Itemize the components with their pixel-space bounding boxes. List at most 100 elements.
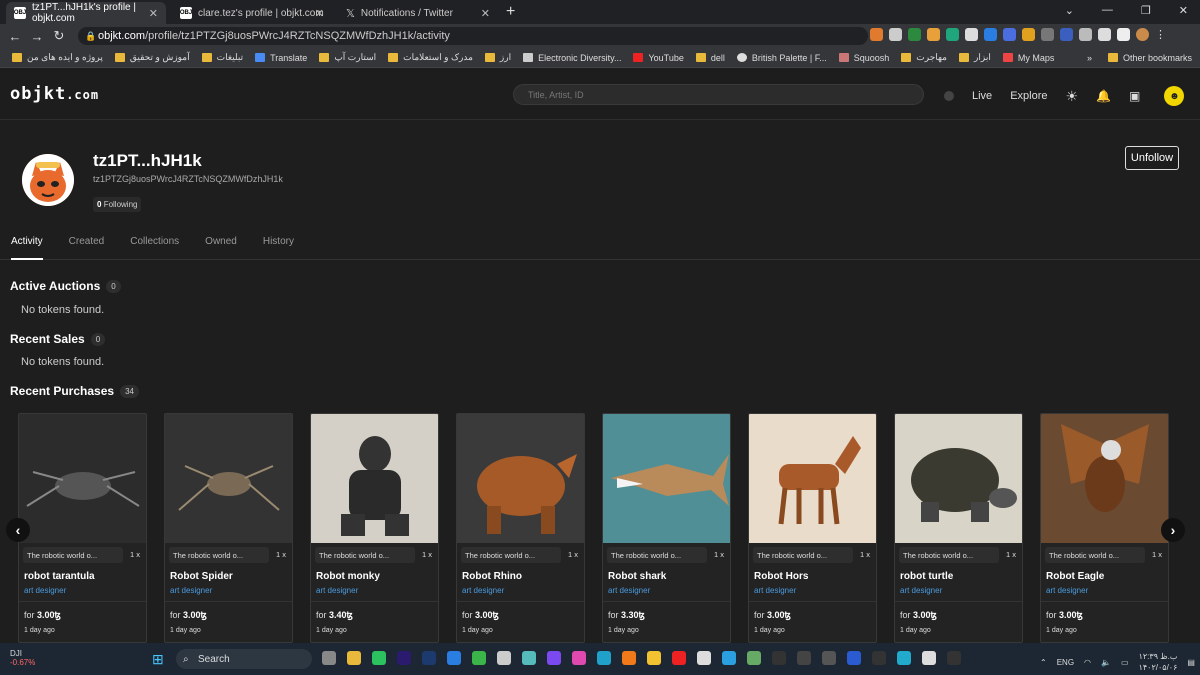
close-tab-icon[interactable]: ✕ [149, 7, 158, 20]
bookmark-link[interactable]: Electronic Diversity... [523, 53, 621, 63]
bell-icon[interactable]: 🔔 [1096, 89, 1111, 103]
extension-icon[interactable] [1022, 28, 1035, 41]
collection-badge[interactable]: The robotic world o... [23, 547, 123, 563]
notification-icon[interactable]: ▤ [1187, 658, 1195, 667]
whatsapp-icon[interactable] [697, 651, 711, 665]
bookmark-link[interactable]: YouTube [633, 53, 684, 63]
extension-icon[interactable] [1079, 28, 1092, 41]
extension-icon[interactable] [965, 28, 978, 41]
nft-card[interactable]: The robotic world o... 1 x Robot Eagle art … [1040, 413, 1169, 643]
app-icon[interactable] [497, 651, 511, 665]
bookmark-folder[interactable]: مهاجرت [901, 52, 947, 63]
wallet-icon[interactable]: ▣ [1129, 89, 1140, 103]
tab-collections[interactable]: Collections [117, 236, 192, 260]
extension-icon[interactable] [1003, 28, 1016, 41]
menu-icon[interactable]: ⋮ [1155, 28, 1166, 41]
extension-icon[interactable] [1060, 28, 1073, 41]
nft-card[interactable]: The robotic world o... 1 x robot tarantula… [18, 413, 147, 643]
app-icon[interactable] [897, 651, 911, 665]
app-icon[interactable] [572, 651, 586, 665]
tab-owned[interactable]: Owned [192, 236, 250, 260]
artist-link[interactable]: art designer [1046, 586, 1088, 595]
extension-icon[interactable] [889, 28, 902, 41]
premiere-icon[interactable] [397, 651, 411, 665]
close-window-icon[interactable]: ✕ [1179, 4, 1188, 17]
sidebar-icon[interactable] [1117, 28, 1130, 41]
vscode-icon[interactable] [447, 651, 461, 665]
artist-link[interactable]: art designer [900, 586, 942, 595]
other-bookmarks[interactable]: » Other bookmarks [1087, 53, 1192, 63]
bookmark-folder[interactable]: ارز [484, 52, 511, 63]
objkt-logo[interactable]: objkt.com [10, 84, 99, 104]
profile-avatar[interactable] [1136, 28, 1149, 41]
extension-icon[interactable] [946, 28, 959, 41]
artist-link[interactable]: art designer [462, 586, 504, 595]
nft-title[interactable]: Robot monky [316, 571, 380, 582]
artist-link[interactable]: art designer [754, 586, 796, 595]
browser-tab[interactable]: OBJ clare.tez's profile | objkt.com ✕ [172, 2, 332, 24]
collection-badge[interactable]: The robotic world o... [461, 547, 561, 563]
app-icon[interactable] [372, 651, 386, 665]
nft-image[interactable] [165, 414, 292, 543]
app-icon[interactable] [922, 651, 936, 665]
nft-image[interactable] [19, 414, 146, 543]
artist-link[interactable]: art designer [24, 586, 66, 595]
bookmark-folder[interactable]: تبلیغات [201, 52, 243, 63]
collection-badge[interactable]: The robotic world o... [1045, 547, 1145, 563]
opera-icon[interactable] [672, 651, 686, 665]
nft-title[interactable]: Robot Eagle [1046, 571, 1104, 582]
bookmark-folder[interactable]: آموزش و تحقیق [114, 52, 190, 63]
battery-icon[interactable]: ▭ [1121, 658, 1129, 667]
nft-image[interactable] [749, 414, 876, 543]
nft-title[interactable]: robot tarantula [24, 571, 95, 582]
app-icon[interactable] [747, 651, 761, 665]
search-input[interactable]: Title, Artist, ID [513, 84, 924, 105]
bookmark-link[interactable]: Squoosh [838, 53, 889, 63]
new-tab-button[interactable]: + [506, 3, 515, 21]
user-avatar[interactable]: ☻ [1164, 86, 1185, 106]
bookmark-folder[interactable]: پروژه و ایده های من [12, 52, 103, 63]
bookmark-folder[interactable]: dell [695, 53, 725, 63]
word-icon[interactable] [847, 651, 861, 665]
app-icon[interactable] [822, 651, 836, 665]
tab-created[interactable]: Created [56, 236, 118, 260]
nft-card[interactable]: The robotic world o... 1 x Robot shark art … [602, 413, 731, 643]
wifi-icon[interactable]: ◠ [1084, 658, 1091, 667]
close-tab-icon[interactable]: ✕ [315, 7, 324, 20]
minimize-icon[interactable]: — [1102, 4, 1113, 17]
nft-card[interactable]: The robotic world o... 1 x Robot Spider art… [164, 413, 293, 643]
bookmark-link[interactable]: Translate [255, 53, 307, 63]
bookmark-folder[interactable]: مدرک و استعلامات [388, 52, 473, 63]
back-icon[interactable]: ← [4, 29, 26, 44]
nft-title[interactable]: Robot Spider [170, 571, 233, 582]
sun-icon[interactable]: ☀ [1065, 88, 1078, 105]
nft-image[interactable] [603, 414, 730, 543]
collection-badge[interactable]: The robotic world o... [753, 547, 853, 563]
app-icon[interactable] [772, 651, 786, 665]
browser-tab[interactable]: OBJ tz1PT...hJH1k's profile | objkt.com … [6, 2, 166, 24]
nft-title[interactable]: robot turtle [900, 571, 953, 582]
bookmark-folder[interactable]: ابزار [959, 52, 991, 63]
nft-image[interactable] [311, 414, 438, 543]
github-icon[interactable] [872, 651, 886, 665]
carousel-prev-button[interactable]: ‹ [6, 518, 30, 542]
url-field[interactable]: 🔒 objkt.com/profile/tz1PTZGj8uosPWrcJ4RZ… [78, 27, 868, 45]
collection-badge[interactable]: The robotic world o... [169, 547, 269, 563]
nft-title[interactable]: Robot Hors [754, 571, 808, 582]
bookmark-link[interactable]: My Maps [1002, 53, 1054, 63]
nft-image[interactable] [895, 414, 1022, 543]
telegram-icon[interactable] [722, 651, 736, 665]
profile-address[interactable]: tz1PTZGj8uosPWrcJ4RZTcNSQZMWfDzhJH1k [93, 174, 283, 184]
nft-image[interactable] [457, 414, 584, 543]
nft-card[interactable]: The robotic world o... 1 x Robot Hors art d… [748, 413, 877, 643]
nft-title[interactable]: Robot Rhino [462, 571, 522, 582]
app-icon[interactable] [322, 651, 336, 665]
nft-app-icon[interactable] [947, 651, 961, 665]
app-icon[interactable] [797, 651, 811, 665]
nft-image[interactable] [1041, 414, 1168, 543]
nft-card[interactable]: The robotic world o... 1 x robot turtle art… [894, 413, 1023, 643]
bookmark-folder[interactable]: استارت آپ [319, 52, 376, 63]
unfollow-button[interactable]: Unfollow [1125, 146, 1179, 170]
tab-search-icon[interactable]: ⌄ [1065, 4, 1074, 17]
chrome-icon[interactable] [647, 651, 661, 665]
